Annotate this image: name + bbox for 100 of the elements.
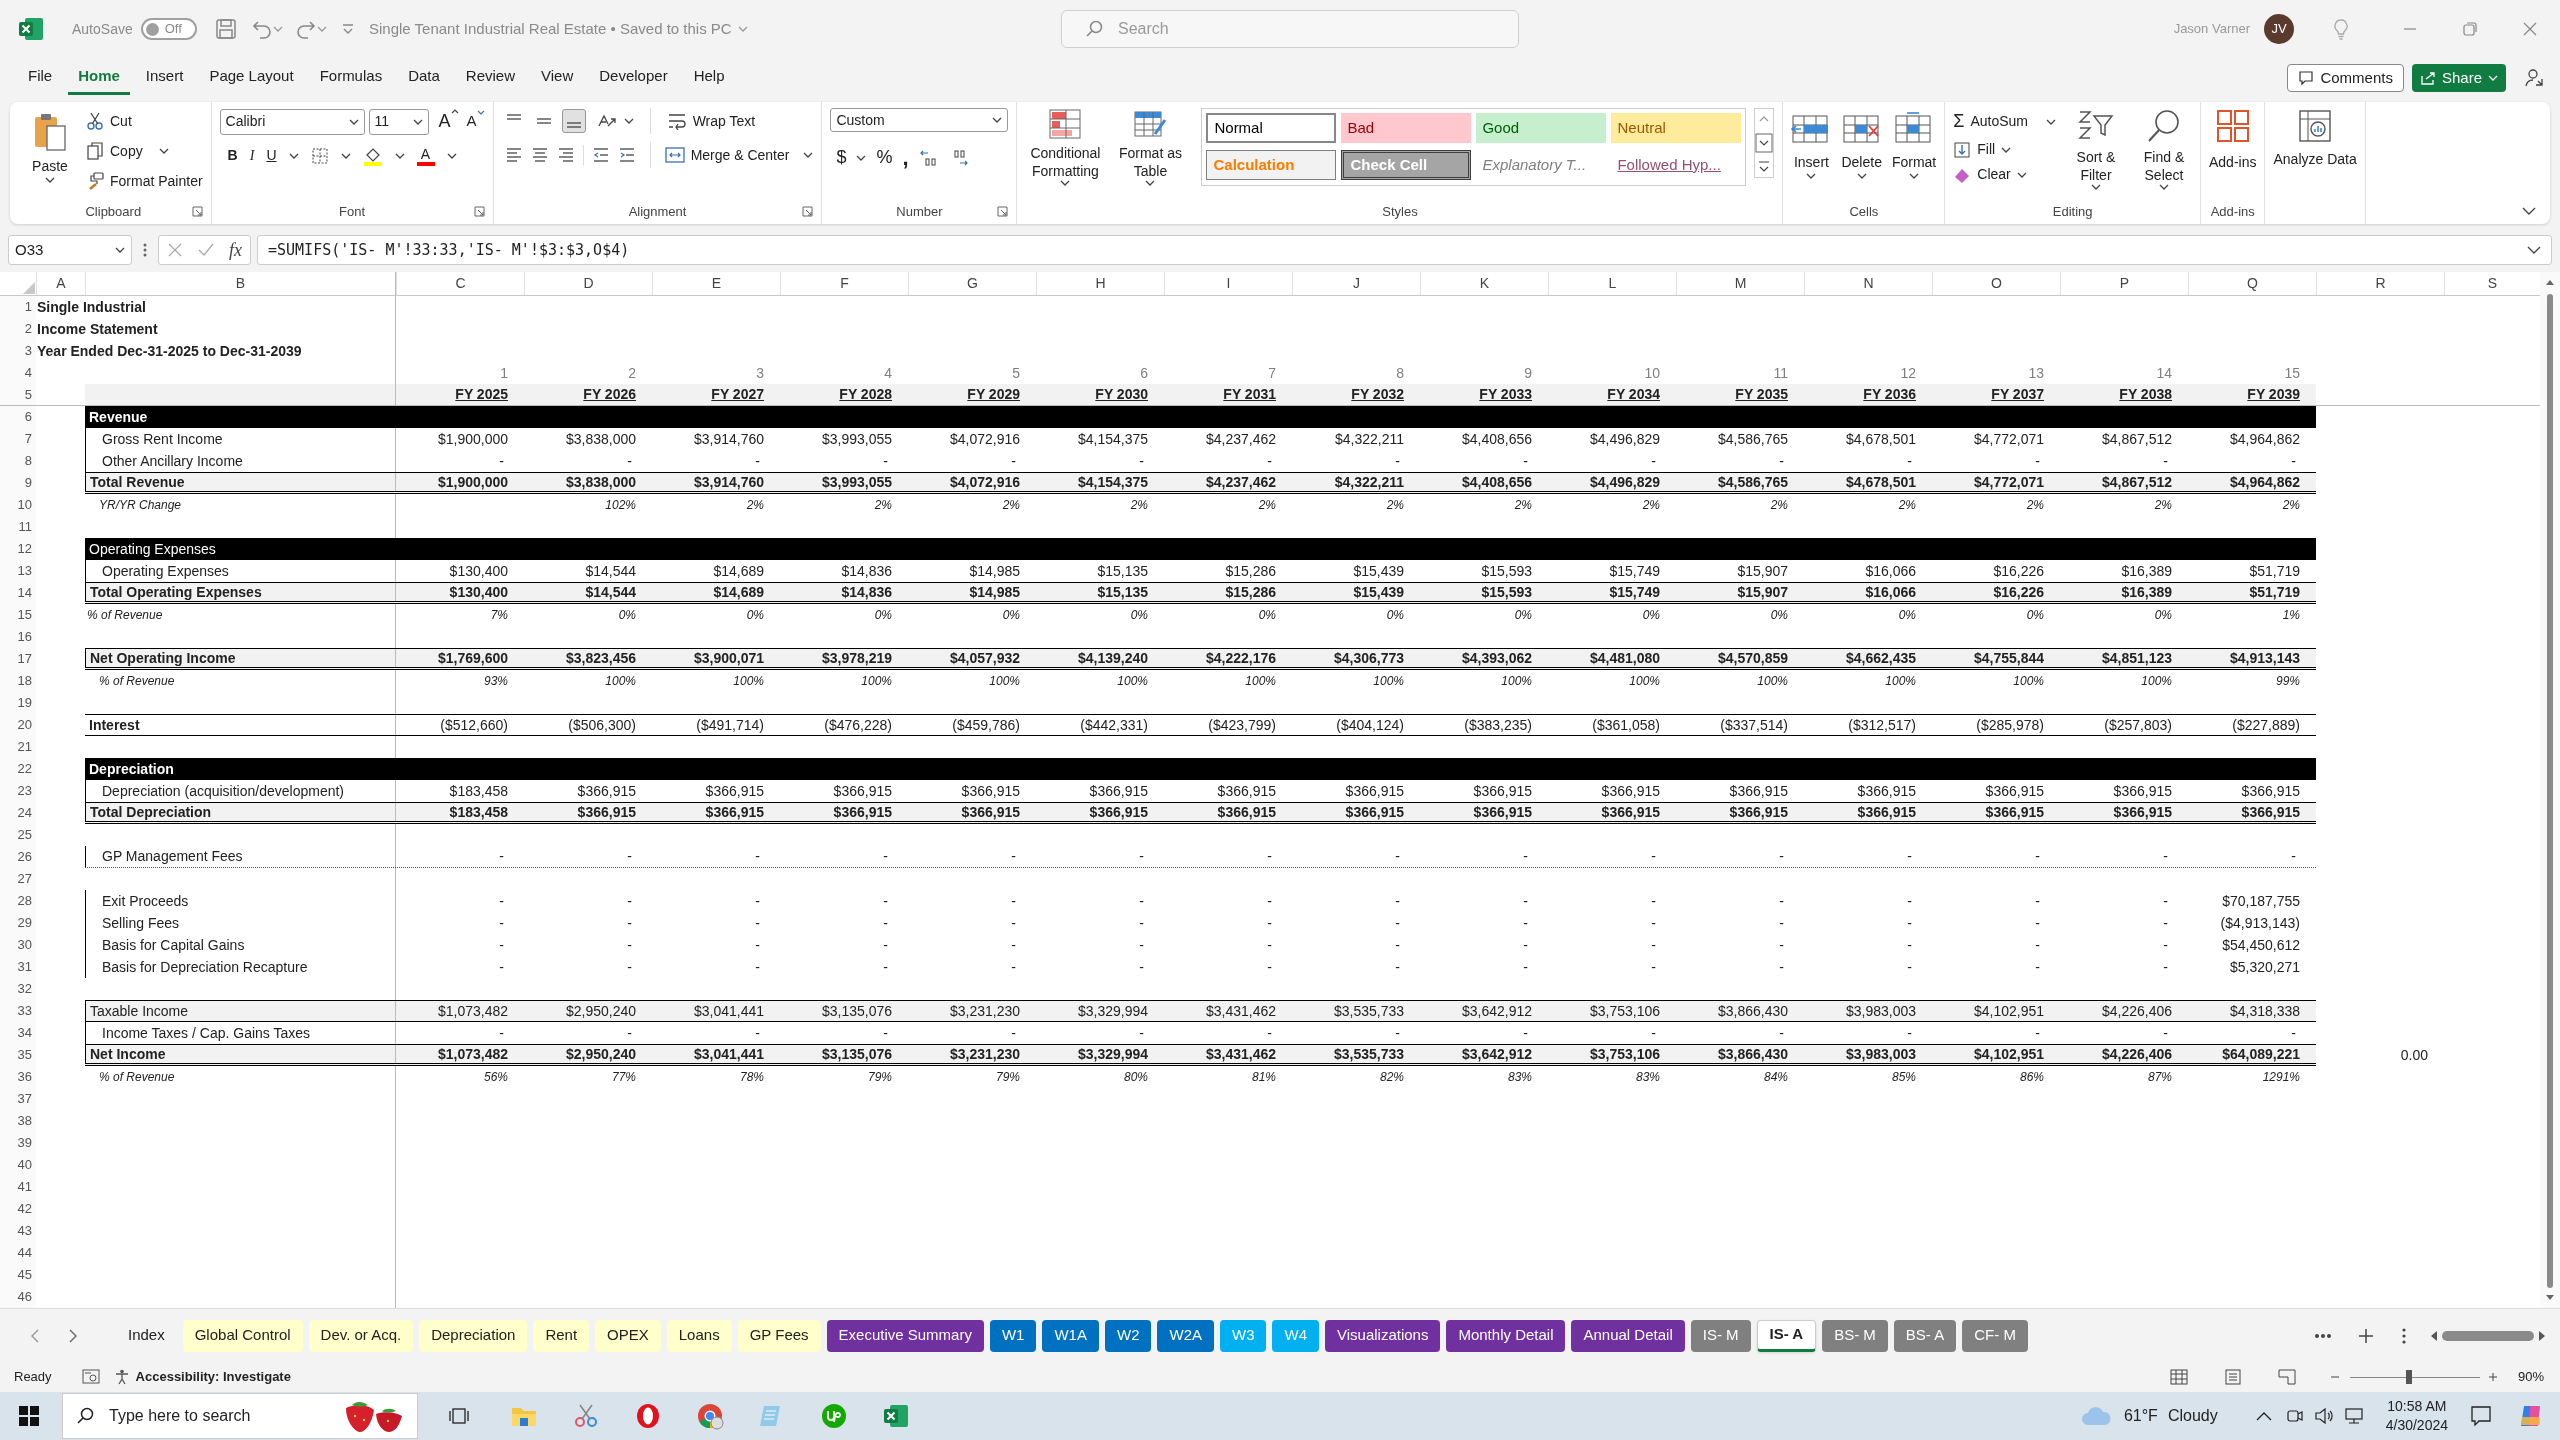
name-box[interactable]: O33 bbox=[8, 235, 132, 265]
caret-icon[interactable] bbox=[340, 152, 351, 159]
caret-icon[interactable] bbox=[1145, 180, 1156, 186]
opera-icon[interactable] bbox=[634, 1402, 662, 1430]
add-ins-button[interactable]: Add-ins bbox=[2209, 108, 2257, 173]
sheet-tab[interactable]: Monthly Detail bbox=[1446, 1319, 1566, 1352]
dialog-launcher-icon[interactable] bbox=[997, 206, 1009, 217]
row-number[interactable]: 44 bbox=[0, 1242, 36, 1264]
menu-tab[interactable]: Review bbox=[455, 61, 525, 95]
column-header[interactable]: I bbox=[1164, 272, 1292, 295]
sheet-tab[interactable]: W1 bbox=[989, 1319, 1037, 1352]
font-size-dropdown[interactable]: 11 bbox=[368, 108, 429, 135]
column-header[interactable]: E bbox=[652, 272, 780, 295]
row-number[interactable]: 23 bbox=[0, 780, 36, 802]
caret-icon[interactable] bbox=[623, 118, 634, 124]
fill-button[interactable]: Fill bbox=[1953, 139, 2056, 160]
menu-tab[interactable]: Developer bbox=[589, 61, 678, 95]
sheet-tab[interactable]: Global Control bbox=[182, 1319, 303, 1352]
customize-icon[interactable] bbox=[340, 22, 355, 36]
row-number[interactable]: 39 bbox=[0, 1132, 36, 1154]
copy-button[interactable]: Copy bbox=[86, 138, 203, 164]
sheet-tab[interactable]: OPEX bbox=[595, 1319, 661, 1352]
align-left-icon[interactable] bbox=[504, 146, 523, 164]
caret-icon[interactable] bbox=[2159, 184, 2169, 190]
sheet-tab[interactable]: Executive Summary bbox=[826, 1319, 984, 1352]
row-number[interactable]: 27 bbox=[0, 868, 36, 890]
bold-button[interactable]: B bbox=[227, 145, 238, 166]
row-number[interactable]: 11 bbox=[0, 516, 36, 538]
vertical-scrollbar[interactable] bbox=[2547, 294, 2553, 1288]
undo-icon[interactable] bbox=[250, 18, 273, 40]
delete-button[interactable]: Delete bbox=[1841, 112, 1882, 179]
row-number[interactable]: 26 bbox=[0, 846, 36, 868]
scroll-right-icon[interactable] bbox=[2538, 1329, 2546, 1342]
increase-decimal-icon[interactable] bbox=[918, 148, 939, 167]
row-number[interactable]: 17 bbox=[0, 648, 36, 670]
font-color-button[interactable]: A bbox=[416, 145, 435, 166]
formula-field[interactable]: =SUMIFS('IS- M'!33:33,'IS- M'!$3:$3,O$4) bbox=[257, 235, 2552, 265]
dialog-launcher-icon[interactable] bbox=[191, 206, 203, 217]
autosave-toggle[interactable]: Off bbox=[140, 18, 197, 40]
row-number[interactable]: 2 bbox=[0, 318, 36, 340]
column-header[interactable]: C bbox=[396, 272, 524, 295]
sheet-tab[interactable]: W2 bbox=[1104, 1319, 1152, 1352]
zoom-level[interactable]: 90% bbox=[2517, 1367, 2544, 1387]
sheet-tab[interactable]: Index bbox=[116, 1319, 177, 1352]
underline-button[interactable]: U bbox=[266, 145, 277, 166]
font-name-dropdown[interactable]: Calibri bbox=[219, 108, 365, 135]
row-number[interactable]: 40 bbox=[0, 1154, 36, 1176]
scissors-icon[interactable] bbox=[572, 1402, 600, 1430]
row-number[interactable]: 43 bbox=[0, 1220, 36, 1242]
format-button[interactable]: Format bbox=[1891, 112, 1937, 179]
row-number[interactable]: 21 bbox=[0, 736, 36, 758]
row-number[interactable]: 42 bbox=[0, 1198, 36, 1220]
scroll-up-icon[interactable] bbox=[2545, 278, 2555, 286]
network-icon[interactable] bbox=[2343, 1407, 2364, 1425]
clock[interactable]: 10:58 AM 4/30/2024 bbox=[2385, 1397, 2448, 1435]
paste-button[interactable]: Paste bbox=[24, 108, 76, 194]
meet-icon[interactable] bbox=[2285, 1407, 2304, 1425]
menu-tab[interactable]: Insert bbox=[135, 61, 194, 95]
caret-icon[interactable] bbox=[1060, 180, 1071, 186]
wrap-text-button[interactable]: Wrap Text bbox=[666, 110, 756, 132]
macro-record-icon[interactable] bbox=[81, 1369, 100, 1385]
scroll-left-icon[interactable] bbox=[2430, 1329, 2438, 1342]
column-header[interactable]: G bbox=[908, 272, 1036, 295]
sheet-tab[interactable]: IS- A bbox=[1756, 1319, 1817, 1352]
save-icon[interactable] bbox=[214, 18, 237, 40]
row-number[interactable]: 7 bbox=[0, 428, 36, 450]
cut-button[interactable]: Cut bbox=[86, 108, 203, 134]
comments-button[interactable]: Comments bbox=[2287, 64, 2404, 92]
dialog-launcher-icon[interactable] bbox=[473, 206, 485, 217]
sheet-tab[interactable]: GP Fees bbox=[737, 1319, 821, 1352]
horizontal-scrollbar[interactable] bbox=[2442, 1330, 2534, 1341]
caret-icon[interactable] bbox=[803, 152, 814, 158]
sheet-tab[interactable]: Rent bbox=[533, 1319, 590, 1352]
expand-icon[interactable] bbox=[2527, 245, 2541, 255]
column-header[interactable]: D bbox=[524, 272, 652, 295]
row-number[interactable]: 24 bbox=[0, 802, 36, 824]
normal-view-icon[interactable] bbox=[2169, 1369, 2188, 1385]
sheet-tab[interactable]: Annual Detail bbox=[1571, 1319, 1685, 1352]
caret-icon[interactable] bbox=[1856, 173, 1867, 179]
scroll-down-icon[interactable] bbox=[1755, 133, 1774, 153]
caret-icon[interactable] bbox=[2091, 184, 2101, 190]
cell-style[interactable]: Bad bbox=[1341, 113, 1472, 143]
caret-icon[interactable] bbox=[2046, 118, 2056, 125]
caret-icon[interactable] bbox=[158, 148, 169, 154]
row-number[interactable]: 25 bbox=[0, 824, 36, 846]
row-number[interactable]: 41 bbox=[0, 1176, 36, 1198]
row-number[interactable]: 37 bbox=[0, 1088, 36, 1110]
sheet-tab[interactable]: Visualizations bbox=[1325, 1319, 1441, 1352]
sheet-tab[interactable]: W1A bbox=[1042, 1319, 1099, 1352]
row-number[interactable]: 3 bbox=[0, 340, 36, 362]
sheet-tab[interactable]: Depreciation bbox=[419, 1319, 528, 1352]
scroll-down-icon[interactable] bbox=[2545, 1294, 2555, 1302]
menu-tab[interactable]: File bbox=[18, 61, 63, 95]
row-number[interactable]: 9 bbox=[0, 472, 36, 494]
chrome-icon[interactable] bbox=[696, 1402, 724, 1430]
cell-style[interactable]: Neutral bbox=[1611, 113, 1742, 143]
caret-icon[interactable] bbox=[856, 154, 867, 161]
sheet-tab[interactable]: Dev. or Acq. bbox=[308, 1319, 414, 1352]
row-number[interactable]: 33 bbox=[0, 1000, 36, 1022]
row-number[interactable]: 5 bbox=[0, 384, 36, 405]
